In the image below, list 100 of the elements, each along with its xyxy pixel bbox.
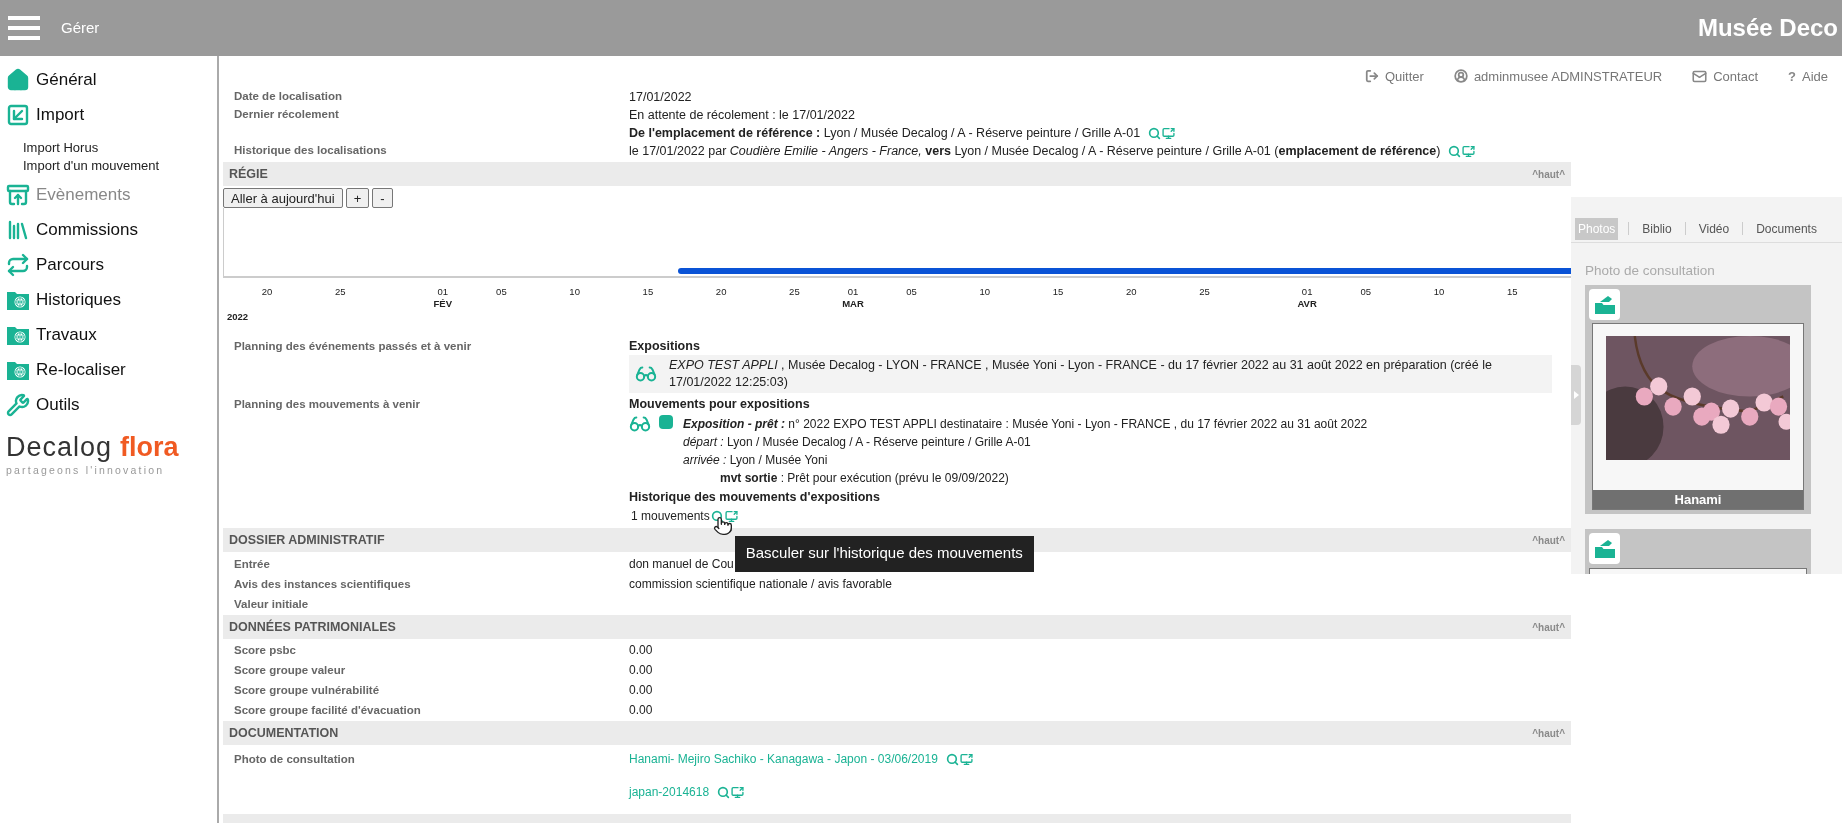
month-label: MAR [842, 298, 864, 311]
tick-label: 05 [1360, 286, 1372, 299]
group-heading: Mouvements pour expositions [629, 396, 811, 414]
top-link-item[interactable]: adminmusee ADMINSTRATEUR [1453, 66, 1663, 86]
user-icon [1453, 69, 1468, 84]
archive-icon [6, 182, 30, 207]
field-label: Avis des instances scientifiques [234, 576, 412, 592]
top-link-item[interactable]: Contact [1692, 66, 1758, 86]
screen-icon[interactable] [959, 752, 973, 766]
logo-tagline: partageons l'innovation [6, 463, 166, 478]
tick-label: 01 [437, 286, 449, 299]
tick-label: 25 [1199, 286, 1210, 299]
field-label: Entrée [234, 556, 271, 572]
tick-label: 01 [847, 286, 859, 299]
media-tab[interactable]: Vidéo [1695, 217, 1733, 240]
wrench-icon [6, 392, 30, 417]
field-label: Planning des mouvements à venir [234, 396, 420, 412]
tick-label: 01 [1301, 286, 1313, 299]
field-value: 17/01/2022 [629, 88, 692, 106]
movement-type: Exposition - prêt : [683, 417, 785, 432]
sidebar-item[interactable]: Historiques [6, 282, 217, 317]
media-tab[interactable]: Biblio [1639, 217, 1675, 240]
logo-brand: Decalog [6, 434, 113, 461]
submenu-item[interactable]: Import d'un mouvement [23, 157, 217, 175]
search-icon[interactable] [710, 509, 724, 523]
tick-label: 10 [569, 286, 580, 299]
top-link-item[interactable]: Quitter [1364, 66, 1424, 86]
field-value: 0.00 [629, 702, 654, 720]
section-title: DOCUMENTATION [229, 724, 339, 742]
field-value: commission scientifique nationale / avis favorable [629, 576, 893, 594]
collapse-handle[interactable] [1571, 365, 1581, 425]
movement-count: 1 mouvements [631, 508, 710, 526]
field-label: Date de localisation [234, 89, 342, 105]
tick-label: 15 [1506, 286, 1518, 299]
menu-label: Gérer [61, 17, 100, 38]
tick-label: 20 [1126, 286, 1137, 299]
folder-icon [1593, 294, 1616, 315]
field-label: Score psbc [234, 642, 297, 658]
movement-text: arrivée : Lyon / Musée Yoni [683, 452, 829, 470]
field-label: Score groupe valeur [234, 662, 347, 678]
media-tab[interactable]: Documents [1753, 217, 1820, 240]
sidebar-item[interactable]: Import [6, 97, 217, 132]
section-title: DOSSIER ADMINISTRATIF [229, 531, 385, 549]
tick-label: 05 [906, 286, 917, 299]
sidebar-item[interactable]: Commissions [6, 212, 217, 247]
tick-label: 05 [496, 286, 507, 299]
logout-icon [1364, 69, 1379, 84]
tick-label: 10 [1433, 286, 1445, 299]
tick-label: 15 [642, 286, 654, 299]
mail-icon [1692, 68, 1708, 84]
field-value: le 17/01/2022 par Coudière Emilie - Angers - France, vers Lyon / Musée Decalog / A - Réserve peinture / Grille A-01 (emplacement de référence) [629, 142, 1441, 160]
folder-icon [1593, 538, 1616, 559]
tick-label: 15 [1052, 286, 1064, 299]
help-icon: ? [1788, 66, 1796, 86]
section-title: RÉGIE [229, 165, 268, 183]
sidebar-item[interactable]: Général [6, 62, 217, 97]
top-link-item[interactable]: ? Aide [1788, 66, 1828, 86]
year-label: 2022 [227, 310, 249, 325]
import-icon [6, 102, 30, 127]
screen-icon[interactable] [731, 785, 745, 799]
month-label: FÉV [433, 298, 453, 311]
tooltip: Basculer sur l'historique des mouvements [734, 535, 1034, 572]
group-heading: Expositions [629, 338, 701, 356]
tick-label: 20 [715, 286, 727, 299]
field-label: Valeur initiale [234, 596, 310, 612]
hand-cursor-icon [712, 515, 733, 536]
tick-label: 25 [334, 286, 346, 299]
screen-icon[interactable] [1162, 126, 1176, 140]
tick-label: 25 [789, 286, 800, 299]
field-label: Photo de consultation [234, 751, 355, 767]
tick-label: 10 [979, 286, 991, 299]
field-label: Planning des événements passés et à venir [234, 338, 472, 354]
timeline-button[interactable]: + [345, 188, 370, 208]
field-value: De l'emplacement de référence : Lyon / Musée Decalog / A - Réserve peinture / Grille A-01 [629, 124, 1141, 142]
menu-button[interactable] [8, 16, 40, 40]
screen-icon[interactable] [1462, 144, 1476, 158]
sidebar-item[interactable]: Outils [6, 387, 217, 422]
field-value: 0.00 [629, 642, 654, 660]
field-label: Dernier récolement [234, 107, 339, 123]
home-icon [6, 67, 30, 92]
field-label: Score groupe vulnérabilité [234, 682, 381, 698]
movement-text: n° 2022 EXPO TEST APPLI destinataire : Musée Yoni - Lyon - FRANCE , du 17 février 2022 au 31 août 2022 [788, 417, 1368, 432]
submenu-item[interactable]: Import Horus [23, 139, 217, 157]
section-title: DONNÉES PATRIMONIALES [229, 618, 396, 636]
field-value: 0.00 [629, 662, 654, 680]
timeline-button[interactable]: - [372, 188, 393, 208]
sidebar-item[interactable]: Travaux [6, 317, 217, 352]
group-heading: Historique des mouvements d'expositions [629, 489, 881, 507]
movement-status: mvt sortie : Prêt pour exécution (prévu le 09/09/2022) [719, 470, 1010, 488]
sidebar-item[interactable]: Re-localiser [6, 352, 217, 387]
media-section-label: Photo de consultation [1585, 263, 1715, 278]
month-label: AVR [1297, 298, 1317, 311]
timeline-button[interactable]: Aller à aujourd'hui [223, 188, 343, 208]
field-value: 0.00 [629, 682, 654, 700]
photo-caption: Hanami [1593, 490, 1803, 509]
field-label: Score groupe facilité d'évacuation [234, 702, 422, 718]
sidebar-item[interactable]: Parcours [6, 247, 217, 282]
tick-label: 20 [261, 286, 273, 299]
triangle-icon [1573, 391, 1579, 399]
movement-text: départ : Lyon / Musée Decalog / A - Réserve peinture / Grille A-01 [683, 434, 1032, 452]
